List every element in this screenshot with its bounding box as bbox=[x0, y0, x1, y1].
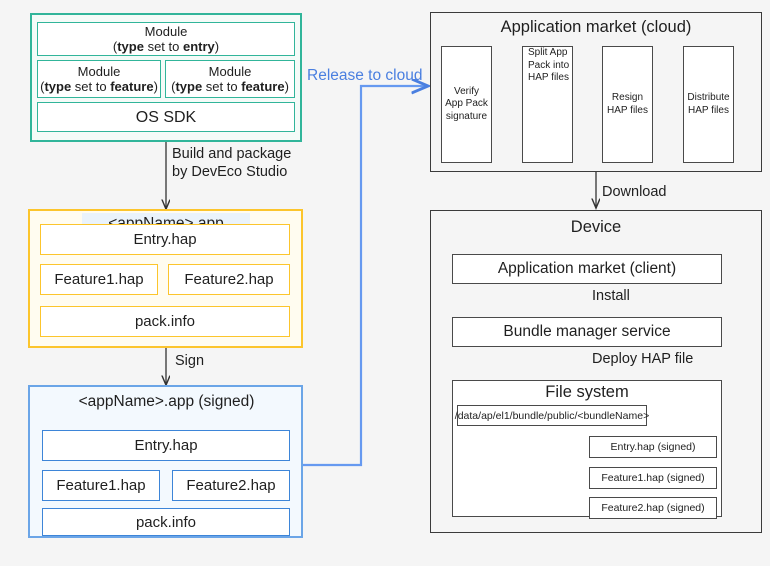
cloud-step-split-line3: HAP files bbox=[528, 72, 569, 83]
build-package-label-line2: by DevEco Studio bbox=[172, 164, 288, 180]
app-feature2-hap-label: Feature2.hap bbox=[184, 271, 274, 288]
signed-feature2-hap-label: Feature2.hap bbox=[186, 477, 276, 494]
feature-module-2-box[interactable]: Module (type set to feature) bbox=[165, 60, 295, 98]
sign-label: Sign bbox=[175, 353, 205, 369]
app-pack-info-label: pack.info bbox=[134, 313, 196, 330]
os-sdk-box[interactable]: OS SDK bbox=[37, 102, 295, 132]
cloud-step-verify-box[interactable]: Verify App Pack signature bbox=[441, 46, 492, 163]
signed-entry-hap-box[interactable]: Entry.hap bbox=[42, 430, 290, 461]
feature-module-2-line1: Module bbox=[208, 64, 252, 79]
signed-app-title-text: <appName>.app (signed) bbox=[78, 393, 255, 410]
application-market-client-box[interactable]: Application market (client) bbox=[452, 254, 722, 284]
file-feature1-hap-signed-label: Feature1.hap (signed) bbox=[601, 472, 705, 484]
file-feature2-hap-signed-label: Feature2.hap (signed) bbox=[601, 502, 705, 514]
entry-module-line2: (type set to entry) bbox=[112, 39, 220, 54]
feature-module-1-line2: (type set to feature) bbox=[40, 79, 158, 94]
entry-module-box[interactable]: Module (type set to entry) bbox=[37, 22, 295, 56]
file-entry-hap-signed-label: Entry.hap (signed) bbox=[610, 441, 696, 453]
cloud-step-distribute-line1: Distribute bbox=[687, 92, 730, 103]
install-label: Install bbox=[592, 288, 630, 304]
cloud-step-split-line2: Pack into bbox=[528, 59, 570, 71]
bundle-manager-service-box[interactable]: Bundle manager service bbox=[452, 317, 722, 347]
file-feature1-hap-signed-box[interactable]: Feature1.hap (signed) bbox=[589, 467, 717, 489]
cloud-step-resign-box[interactable]: Resign HAP files bbox=[602, 46, 653, 163]
feature-module-2-line2: (type set to feature) bbox=[171, 79, 289, 94]
os-sdk-label: OS SDK bbox=[135, 108, 197, 126]
file-feature2-hap-signed-box[interactable]: Feature2.hap (signed) bbox=[589, 497, 717, 519]
signed-feature2-hap-box[interactable]: Feature2.hap bbox=[172, 470, 290, 501]
signed-app-title: <appName>.app (signed) bbox=[54, 390, 279, 414]
app-feature1-hap-label: Feature1.hap bbox=[54, 271, 144, 288]
cloud-step-distribute-line2: HAP files bbox=[688, 104, 729, 116]
cloud-step-verify-line2: App Pack bbox=[445, 98, 488, 110]
file-entry-hap-signed-box[interactable]: Entry.hap (signed) bbox=[589, 436, 717, 458]
cloud-step-distribute-box[interactable]: Distribute HAP files bbox=[683, 46, 734, 163]
cloud-step-verify-line3: signature bbox=[445, 110, 488, 122]
file-system-title: File system bbox=[545, 383, 629, 401]
file-system-path-label: /data/ap/el1/bundle/public/<bundleName> bbox=[454, 409, 650, 422]
app-entry-hap-box[interactable]: Entry.hap bbox=[40, 224, 290, 255]
cloud-step-split-line1: Split App bbox=[528, 47, 568, 58]
bundle-manager-service-label: Bundle manager service bbox=[503, 323, 671, 340]
cloud-step-verify-line1: Verify bbox=[453, 85, 479, 97]
app-feature1-hap-box[interactable]: Feature1.hap bbox=[40, 264, 158, 295]
cloud-step-split-box[interactable]: Split App Pack into HAP files bbox=[522, 46, 573, 163]
feature-module-1-line1: Module bbox=[77, 64, 121, 79]
signed-feature1-hap-box[interactable]: Feature1.hap bbox=[42, 470, 160, 501]
release-to-cloud-label: Release to cloud bbox=[307, 67, 423, 84]
app-pack-info-box[interactable]: pack.info bbox=[40, 306, 290, 337]
diagram-canvas: Module (type set to entry) Module (type … bbox=[0, 0, 770, 566]
signed-pack-info-box[interactable]: pack.info bbox=[42, 508, 290, 536]
signed-entry-hap-label: Entry.hap bbox=[134, 437, 198, 454]
cloud-step-resign-line1: Resign bbox=[611, 92, 644, 103]
cloud-panel-title: Application market (cloud) bbox=[500, 18, 692, 36]
deploy-hap-file-label: Deploy HAP file bbox=[592, 351, 694, 367]
signed-feature1-hap-label: Feature1.hap bbox=[56, 477, 146, 494]
feature-module-1-box[interactable]: Module (type set to feature) bbox=[37, 60, 161, 98]
app-entry-hap-label: Entry.hap bbox=[133, 231, 197, 248]
application-market-client-label: Application market (client) bbox=[497, 260, 677, 277]
build-package-label-line1: Build and package bbox=[172, 146, 292, 162]
file-system-path-box[interactable]: /data/ap/el1/bundle/public/<bundleName> bbox=[454, 405, 650, 426]
app-feature2-hap-box[interactable]: Feature2.hap bbox=[168, 264, 290, 295]
signed-pack-info-label: pack.info bbox=[135, 513, 197, 531]
device-panel-title: Device bbox=[570, 218, 622, 236]
entry-module-line1: Module bbox=[144, 24, 188, 39]
download-label: Download bbox=[602, 184, 667, 200]
cloud-step-resign-line2: HAP files bbox=[607, 104, 648, 116]
